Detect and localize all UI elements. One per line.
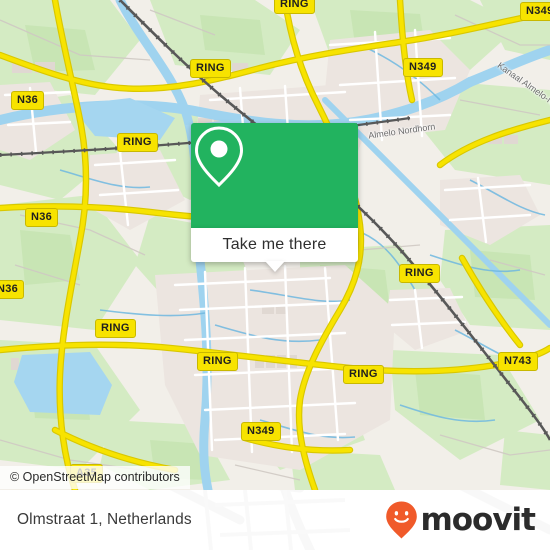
road-shield: N743	[498, 352, 538, 371]
map-canvas[interactable]: Almelo Nordhorn Kanaal Almelo-No RING N3…	[0, 0, 550, 490]
moovit-smiley-pin-icon	[386, 501, 418, 539]
road-shield: RING	[190, 59, 231, 78]
callout-icon-area	[191, 123, 358, 228]
take-me-there-button[interactable]: Take me there	[191, 228, 358, 272]
moovit-wordmark: moovit	[420, 501, 536, 538]
road-shield: RING	[399, 264, 440, 283]
road-shield: RING	[274, 0, 315, 14]
road-shield: N349	[241, 422, 281, 441]
location-pin-icon	[194, 126, 244, 188]
address-label: Olmstraat 1, Netherlands	[17, 511, 192, 528]
footer-bar: Olmstraat 1, Netherlands moovit	[0, 490, 550, 550]
road-shield: N36	[25, 208, 59, 227]
road-shield: RING	[343, 365, 384, 384]
road-shield: N349	[520, 2, 550, 21]
road-shield: N36	[0, 280, 25, 299]
take-me-there-callout[interactable]: Take me there	[191, 123, 358, 272]
moovit-brand[interactable]: moovit	[385, 500, 536, 540]
road-shield: RING	[117, 133, 158, 152]
osm-attribution[interactable]: © OpenStreetMap contributors	[0, 466, 190, 489]
map-share-card: Almelo Nordhorn Kanaal Almelo-No RING N3…	[0, 0, 550, 550]
road-shield: N349	[403, 58, 443, 77]
road-shield: RING	[197, 352, 238, 371]
road-shield: N36	[11, 91, 45, 110]
take-me-there-label: Take me there	[222, 236, 327, 253]
callout-pointer	[264, 261, 285, 272]
road-shield: RING	[95, 319, 136, 338]
